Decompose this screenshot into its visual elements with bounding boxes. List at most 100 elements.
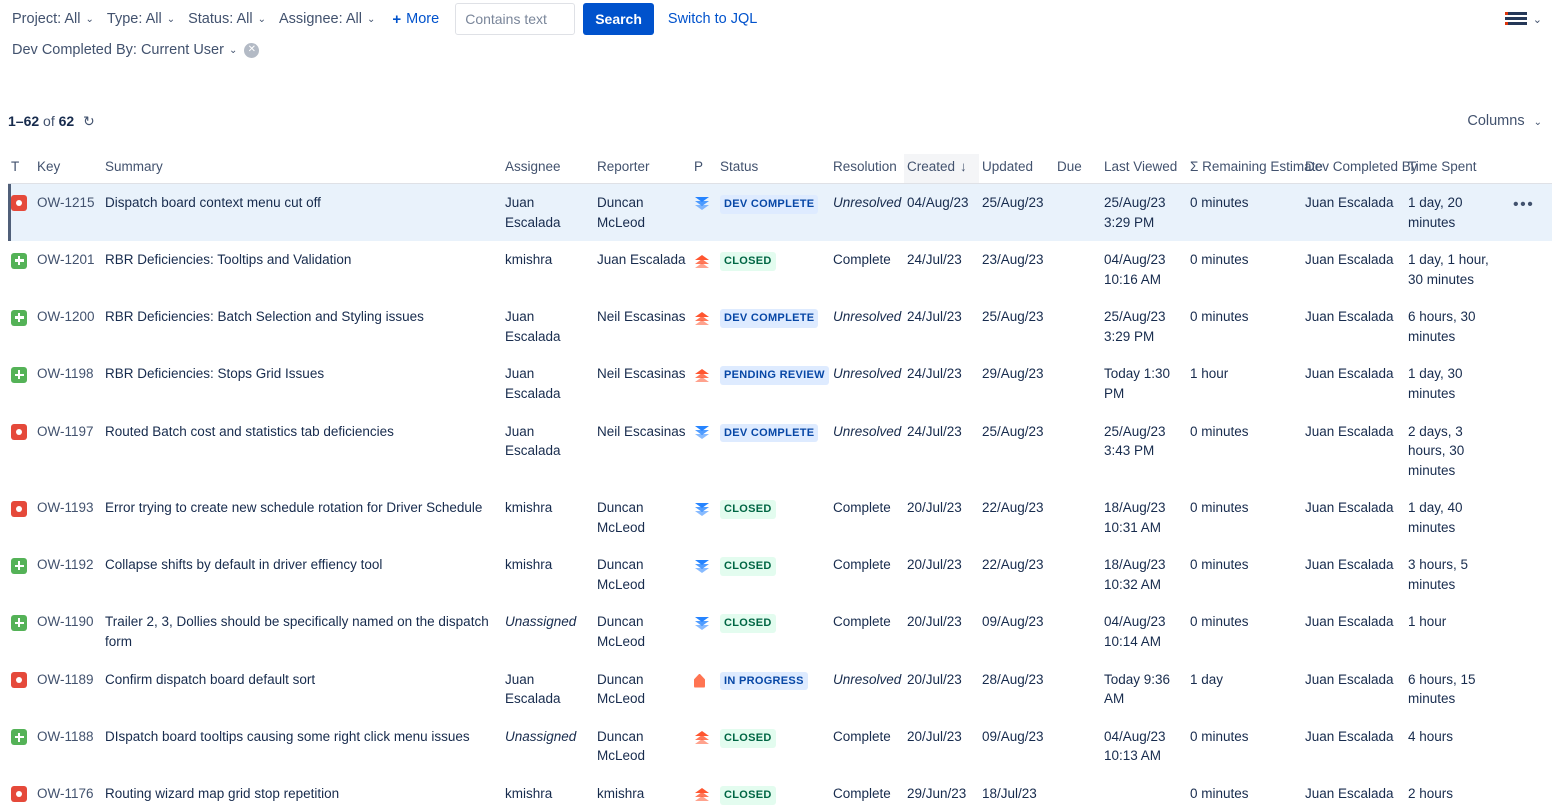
cell-key[interactable]: OW-1176 xyxy=(34,775,102,811)
column-header-dev-completed-by[interactable]: Dev Completed By xyxy=(1302,154,1418,184)
issue-key-link[interactable]: OW-1198 xyxy=(37,366,94,381)
cell-summary[interactable]: RBR Deficiencies: Stops Grid Issues xyxy=(102,355,502,412)
cell-key[interactable]: OW-1189 xyxy=(34,661,102,718)
cell-summary[interactable]: Error trying to create new schedule rota… xyxy=(102,489,502,546)
cell-key[interactable]: OW-1201 xyxy=(34,241,102,298)
more-filters-button[interactable]: + More xyxy=(384,7,447,32)
status-badge[interactable]: DEV COMPLETE xyxy=(720,423,819,443)
issue-summary-link[interactable]: Routing wizard map grid stop repetition xyxy=(105,786,339,801)
issue-key-link[interactable]: OW-1197 xyxy=(37,424,94,439)
cell-status[interactable]: CLOSED xyxy=(717,489,830,546)
issue-summary-link[interactable]: Collapse shifts by default in driver eff… xyxy=(105,557,382,572)
cell-actions[interactable] xyxy=(1500,546,1552,603)
cell-status[interactable]: CLOSED xyxy=(717,718,830,775)
status-badge[interactable]: CLOSED xyxy=(720,785,776,805)
status-badge[interactable]: CLOSED xyxy=(720,614,776,634)
status-badge[interactable]: CLOSED xyxy=(720,728,776,748)
cell-actions[interactable]: ••• xyxy=(1500,184,1552,242)
filter-dev-completed-by[interactable]: Dev Completed By: Current User ⌄ ✕ xyxy=(8,38,268,62)
table-row[interactable]: OW-1188 DIspatch board tooltips causing s… xyxy=(8,717,1552,775)
issue-summary-link[interactable]: Error trying to create new schedule rota… xyxy=(105,500,482,515)
cell-actions[interactable] xyxy=(1500,661,1552,718)
cell-status[interactable]: CLOSED xyxy=(717,546,830,603)
cell-key[interactable]: OW-1198 xyxy=(34,355,102,412)
filter-assignee[interactable]: Assignee: All ⌄ xyxy=(275,7,384,31)
issue-key-link[interactable]: OW-1176 xyxy=(37,786,94,801)
cell-status[interactable]: CLOSED xyxy=(717,775,830,811)
issue-key-link[interactable]: OW-1215 xyxy=(37,195,95,210)
cell-summary[interactable]: Routing wizard map grid stop repetition xyxy=(102,775,502,811)
issue-summary-link[interactable]: Trailer 2, 3, Dollies should be specific… xyxy=(105,614,489,649)
cell-summary[interactable]: DIspatch board tooltips causing some rig… xyxy=(102,718,502,775)
app-menu-button[interactable]: ⌄ xyxy=(1504,12,1552,26)
status-badge[interactable]: CLOSED xyxy=(720,500,776,520)
column-header-resolution[interactable]: Resolution xyxy=(830,154,904,184)
table-row[interactable]: OW-1197 Routed Batch cost and statistics … xyxy=(8,412,1552,490)
column-header-key[interactable]: Key xyxy=(34,154,102,184)
cell-summary[interactable]: RBR Deficiencies: Batch Selection and St… xyxy=(102,298,502,355)
issue-summary-link[interactable]: RBR Deficiencies: Batch Selection and St… xyxy=(105,309,424,324)
table-row[interactable]: OW-1190 Trailer 2, 3, Dollies should be s… xyxy=(8,603,1552,661)
cell-actions[interactable] xyxy=(1500,355,1552,412)
column-header-last-viewed[interactable]: Last Viewed xyxy=(1101,154,1187,184)
search-button[interactable]: Search xyxy=(583,3,654,35)
column-header-remaining-estimate[interactable]: Σ Remaining Estimate xyxy=(1187,154,1323,184)
column-header-assignee[interactable]: Assignee xyxy=(502,154,594,184)
refresh-icon[interactable]: ↺ xyxy=(83,113,95,130)
cell-status[interactable]: DEV COMPLETE xyxy=(717,298,830,355)
cell-actions[interactable] xyxy=(1500,603,1552,660)
table-row[interactable]: OW-1200 RBR Deficiencies: Batch Selection… xyxy=(8,298,1552,356)
column-header-due[interactable]: Due xyxy=(1054,154,1101,184)
cell-key[interactable]: OW-1190 xyxy=(34,603,102,660)
table-row[interactable]: OW-1192 Collapse shifts by default in dri… xyxy=(8,546,1552,604)
cell-status[interactable]: DEV COMPLETE xyxy=(717,413,830,490)
row-actions-button[interactable]: ••• xyxy=(1503,196,1534,213)
issue-key-link[interactable]: OW-1201 xyxy=(37,252,95,267)
issue-summary-link[interactable]: RBR Deficiencies: Tooltips and Validatio… xyxy=(105,252,351,267)
issue-summary-link[interactable]: Confirm dispatch board default sort xyxy=(105,672,315,687)
issue-key-link[interactable]: OW-1188 xyxy=(37,729,94,744)
cell-summary[interactable]: Dispatch board context menu cut off xyxy=(102,184,502,242)
table-row[interactable]: OW-1198 RBR Deficiencies: Stops Grid Issu… xyxy=(8,355,1552,413)
table-row[interactable]: OW-1189 Confirm dispatch board default so… xyxy=(8,660,1552,718)
search-input[interactable] xyxy=(455,3,576,35)
cell-status[interactable]: CLOSED xyxy=(717,603,830,660)
cell-summary[interactable]: Collapse shifts by default in driver eff… xyxy=(102,546,502,603)
issue-summary-link[interactable]: DIspatch board tooltips causing some rig… xyxy=(105,729,470,744)
cell-actions[interactable] xyxy=(1500,413,1552,490)
column-header-status[interactable]: Status xyxy=(717,154,830,184)
table-row[interactable]: OW-1215 Dispatch board context menu cut o… xyxy=(8,183,1552,242)
issue-key-link[interactable]: OW-1189 xyxy=(37,672,94,687)
column-header-created[interactable]: Created ↓ xyxy=(904,154,979,184)
cell-status[interactable]: CLOSED xyxy=(717,241,830,298)
column-header-reporter[interactable]: Reporter xyxy=(594,154,691,184)
status-badge[interactable]: DEV COMPLETE xyxy=(720,309,819,329)
close-icon[interactable]: ✕ xyxy=(244,42,260,58)
cell-summary[interactable]: Trailer 2, 3, Dollies should be specific… xyxy=(102,603,502,660)
filter-type[interactable]: Type: All ⌄ xyxy=(103,7,184,31)
status-badge[interactable]: DEV COMPLETE xyxy=(720,195,819,214)
issue-key-link[interactable]: OW-1192 xyxy=(37,557,94,572)
cell-key[interactable]: OW-1215 xyxy=(34,184,102,242)
column-header-p[interactable]: P xyxy=(691,154,717,184)
switch-to-jql-link[interactable]: Switch to JQL xyxy=(668,11,757,27)
column-header-updated[interactable]: Updated xyxy=(979,154,1054,184)
cell-key[interactable]: OW-1192 xyxy=(34,546,102,603)
issue-key-link[interactable]: OW-1193 xyxy=(37,500,94,515)
status-badge[interactable]: PENDING REVIEW xyxy=(720,366,829,386)
cell-key[interactable]: OW-1188 xyxy=(34,718,102,775)
filter-project[interactable]: Project: All ⌄ xyxy=(8,7,103,31)
cell-status[interactable]: DEV COMPLETE xyxy=(717,184,830,242)
cell-actions[interactable] xyxy=(1500,241,1552,298)
issue-key-link[interactable]: OW-1200 xyxy=(37,309,95,324)
column-header-t[interactable]: T xyxy=(8,154,34,184)
cell-actions[interactable] xyxy=(1500,718,1552,775)
cell-key[interactable]: OW-1197 xyxy=(34,413,102,490)
filter-status[interactable]: Status: All ⌄ xyxy=(184,7,275,31)
status-badge[interactable]: IN PROGRESS xyxy=(720,671,808,691)
table-row[interactable]: OW-1193 Error trying to create new schedu… xyxy=(8,489,1552,547)
column-header-time-spent[interactable]: Time Spent xyxy=(1405,154,1500,184)
cell-actions[interactable] xyxy=(1500,775,1552,811)
columns-button[interactable]: Columns ⌄ xyxy=(1467,113,1552,129)
cell-actions[interactable] xyxy=(1500,489,1552,546)
